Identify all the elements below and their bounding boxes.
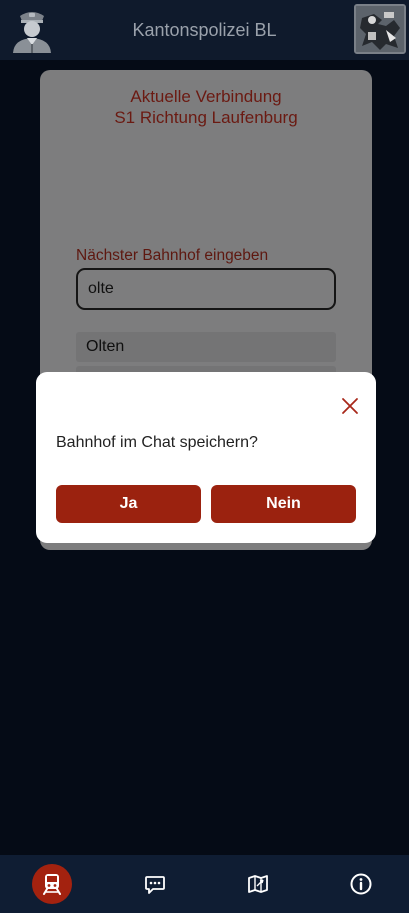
nav-item-info[interactable] (341, 864, 381, 904)
connection-title-line1: Aktuelle Verbindung (130, 87, 282, 106)
suggestion-item[interactable]: Olten (76, 332, 336, 362)
nav-item-train[interactable] (32, 864, 72, 904)
dialog-question: Bahnhof im Chat speichern? (56, 434, 258, 451)
train-icon (43, 874, 61, 895)
station-field-label: Nächster Bahnhof eingeben (76, 247, 269, 264)
bottom-navigation (0, 855, 409, 913)
no-button[interactable]: Nein (211, 485, 356, 523)
app-header: Kantonspolizei BL (0, 0, 409, 60)
nav-item-chat[interactable] (135, 864, 175, 904)
info-icon (350, 873, 372, 895)
save-station-dialog: Bahnhof im Chat speichern? Ja Nein (36, 372, 376, 543)
map-icon (248, 875, 268, 893)
app-title: Kantonspolizei BL (132, 19, 277, 40)
connection-title: Aktuelle Verbindung S1 Richtung Laufenbu… (40, 86, 372, 128)
station-input[interactable] (76, 268, 336, 310)
nav-item-map[interactable] (238, 864, 278, 904)
police-badge-logo-icon (356, 6, 404, 52)
close-icon[interactable] (340, 396, 360, 416)
connection-title-line2: S1 Richtung Laufenburg (114, 108, 298, 127)
chat-icon (145, 876, 165, 894)
police-officer-avatar-icon (13, 12, 51, 53)
yes-button[interactable]: Ja (56, 485, 201, 523)
police-logo (354, 4, 406, 54)
